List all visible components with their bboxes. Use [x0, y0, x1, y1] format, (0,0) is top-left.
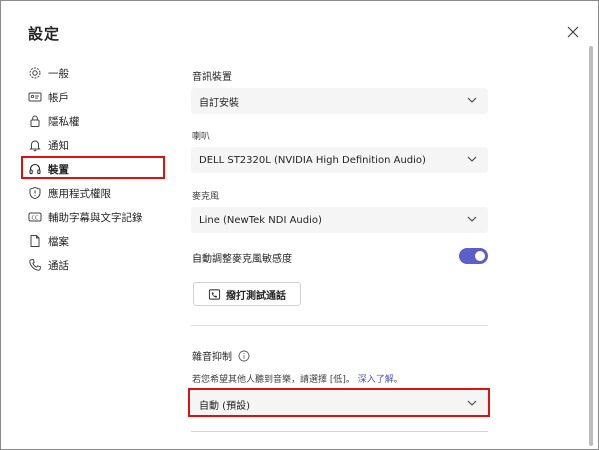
microphone-label: 麥克風	[192, 192, 220, 202]
nav-item-label: 通知	[48, 139, 69, 152]
info-icon[interactable]	[238, 350, 250, 362]
microphone-dropdown[interactable]: Line (NewTek NDI Audio)	[191, 207, 488, 233]
nav-item-label: 檔案	[48, 235, 69, 248]
speaker-value: DELL ST2320L (NVIDIA High Definition Aud…	[199, 154, 426, 166]
noise-suppression-description: 若您希望其他人聽到音樂，請選擇 [低]。 深入了解。	[192, 372, 403, 385]
chevron-down-icon	[466, 213, 478, 228]
nav-item-captions[interactable]: CC 輔助字幕與文字記錄	[21, 205, 171, 229]
auto-adjust-toggle[interactable]	[459, 248, 488, 264]
audio-device-value: 自訂安裝	[199, 97, 239, 109]
noise-suppression-value: 自動 (預設)	[199, 400, 250, 412]
scrollbar[interactable]	[589, 46, 593, 446]
chevron-down-icon	[466, 94, 478, 109]
nav-item-label: 應用程式權限	[48, 187, 111, 200]
nav-item-account[interactable]: 帳戶	[21, 85, 171, 109]
noise-description-text: 若您希望其他人聽到音樂，請選擇 [低]。	[192, 375, 355, 385]
settings-nav: 一般 帳戶 隱私權 通知 裝置 應用程式權限 CC 輔助字幕與文字記錄 檔案 通…	[21, 61, 171, 277]
nav-item-privacy[interactable]: 隱私權	[21, 109, 171, 133]
test-call-label: 撥打測試通話	[226, 290, 286, 302]
close-icon[interactable]	[565, 24, 581, 40]
nav-item-label: 一般	[48, 67, 69, 80]
nav-item-files[interactable]: 檔案	[21, 229, 171, 253]
audio-device-dropdown[interactable]: 自訂安裝	[191, 88, 488, 114]
svg-text:CC: CC	[32, 215, 39, 221]
nav-item-calls[interactable]: 通話	[21, 253, 171, 277]
speaker-label: 喇叭	[192, 132, 211, 142]
test-call-icon	[208, 288, 221, 301]
nav-item-label: 裝置	[48, 163, 69, 176]
chevron-down-icon	[466, 153, 478, 168]
nav-item-label: 帳戶	[48, 91, 69, 104]
noise-suppression-dropdown[interactable]: 自動 (預設)	[191, 391, 488, 417]
link-period: 。	[393, 375, 403, 385]
nav-item-general[interactable]: 一般	[21, 61, 171, 85]
noise-suppression-heading: 雜音抑制	[192, 348, 250, 363]
microphone-value: Line (NewTek NDI Audio)	[199, 214, 322, 226]
shield-icon	[28, 186, 42, 200]
chevron-down-icon	[466, 397, 478, 412]
selection-highlight	[21, 156, 165, 179]
nav-item-label: 隱私權	[48, 115, 80, 128]
toggle-knob	[475, 251, 485, 261]
bell-icon	[28, 138, 42, 152]
cc-icon: CC	[28, 210, 42, 224]
nav-item-notifications[interactable]: 通知	[21, 133, 171, 157]
test-call-button[interactable]: 撥打測試通話	[193, 282, 301, 306]
divider	[191, 431, 488, 432]
audio-devices-label: 音訊裝置	[192, 72, 232, 83]
nav-item-app-permissions[interactable]: 應用程式權限	[21, 181, 171, 205]
settings-dialog: 設定 一般 帳戶 隱私權 通知 裝置 應用程式權限 CC 輔助字幕與文字記錄 檔…	[0, 0, 599, 450]
phone-icon	[28, 258, 42, 272]
headset-icon	[28, 162, 42, 176]
dialog-title: 設定	[28, 25, 61, 43]
speaker-dropdown[interactable]: DELL ST2320L (NVIDIA High Definition Aud…	[191, 147, 488, 173]
divider	[191, 325, 488, 326]
file-icon	[28, 234, 42, 248]
nav-item-label: 輔助字幕與文字記錄	[48, 211, 143, 224]
noise-suppression-title: 雜音抑制	[192, 352, 232, 363]
nav-item-devices[interactable]: 裝置	[21, 156, 171, 181]
nav-item-label: 通話	[48, 259, 69, 272]
gear-icon	[28, 66, 42, 80]
id-card-icon	[28, 90, 42, 104]
learn-more-link[interactable]: 深入了解	[358, 375, 394, 385]
auto-adjust-label: 自動調整麥克風敏感度	[192, 254, 292, 265]
lock-icon	[28, 114, 42, 128]
